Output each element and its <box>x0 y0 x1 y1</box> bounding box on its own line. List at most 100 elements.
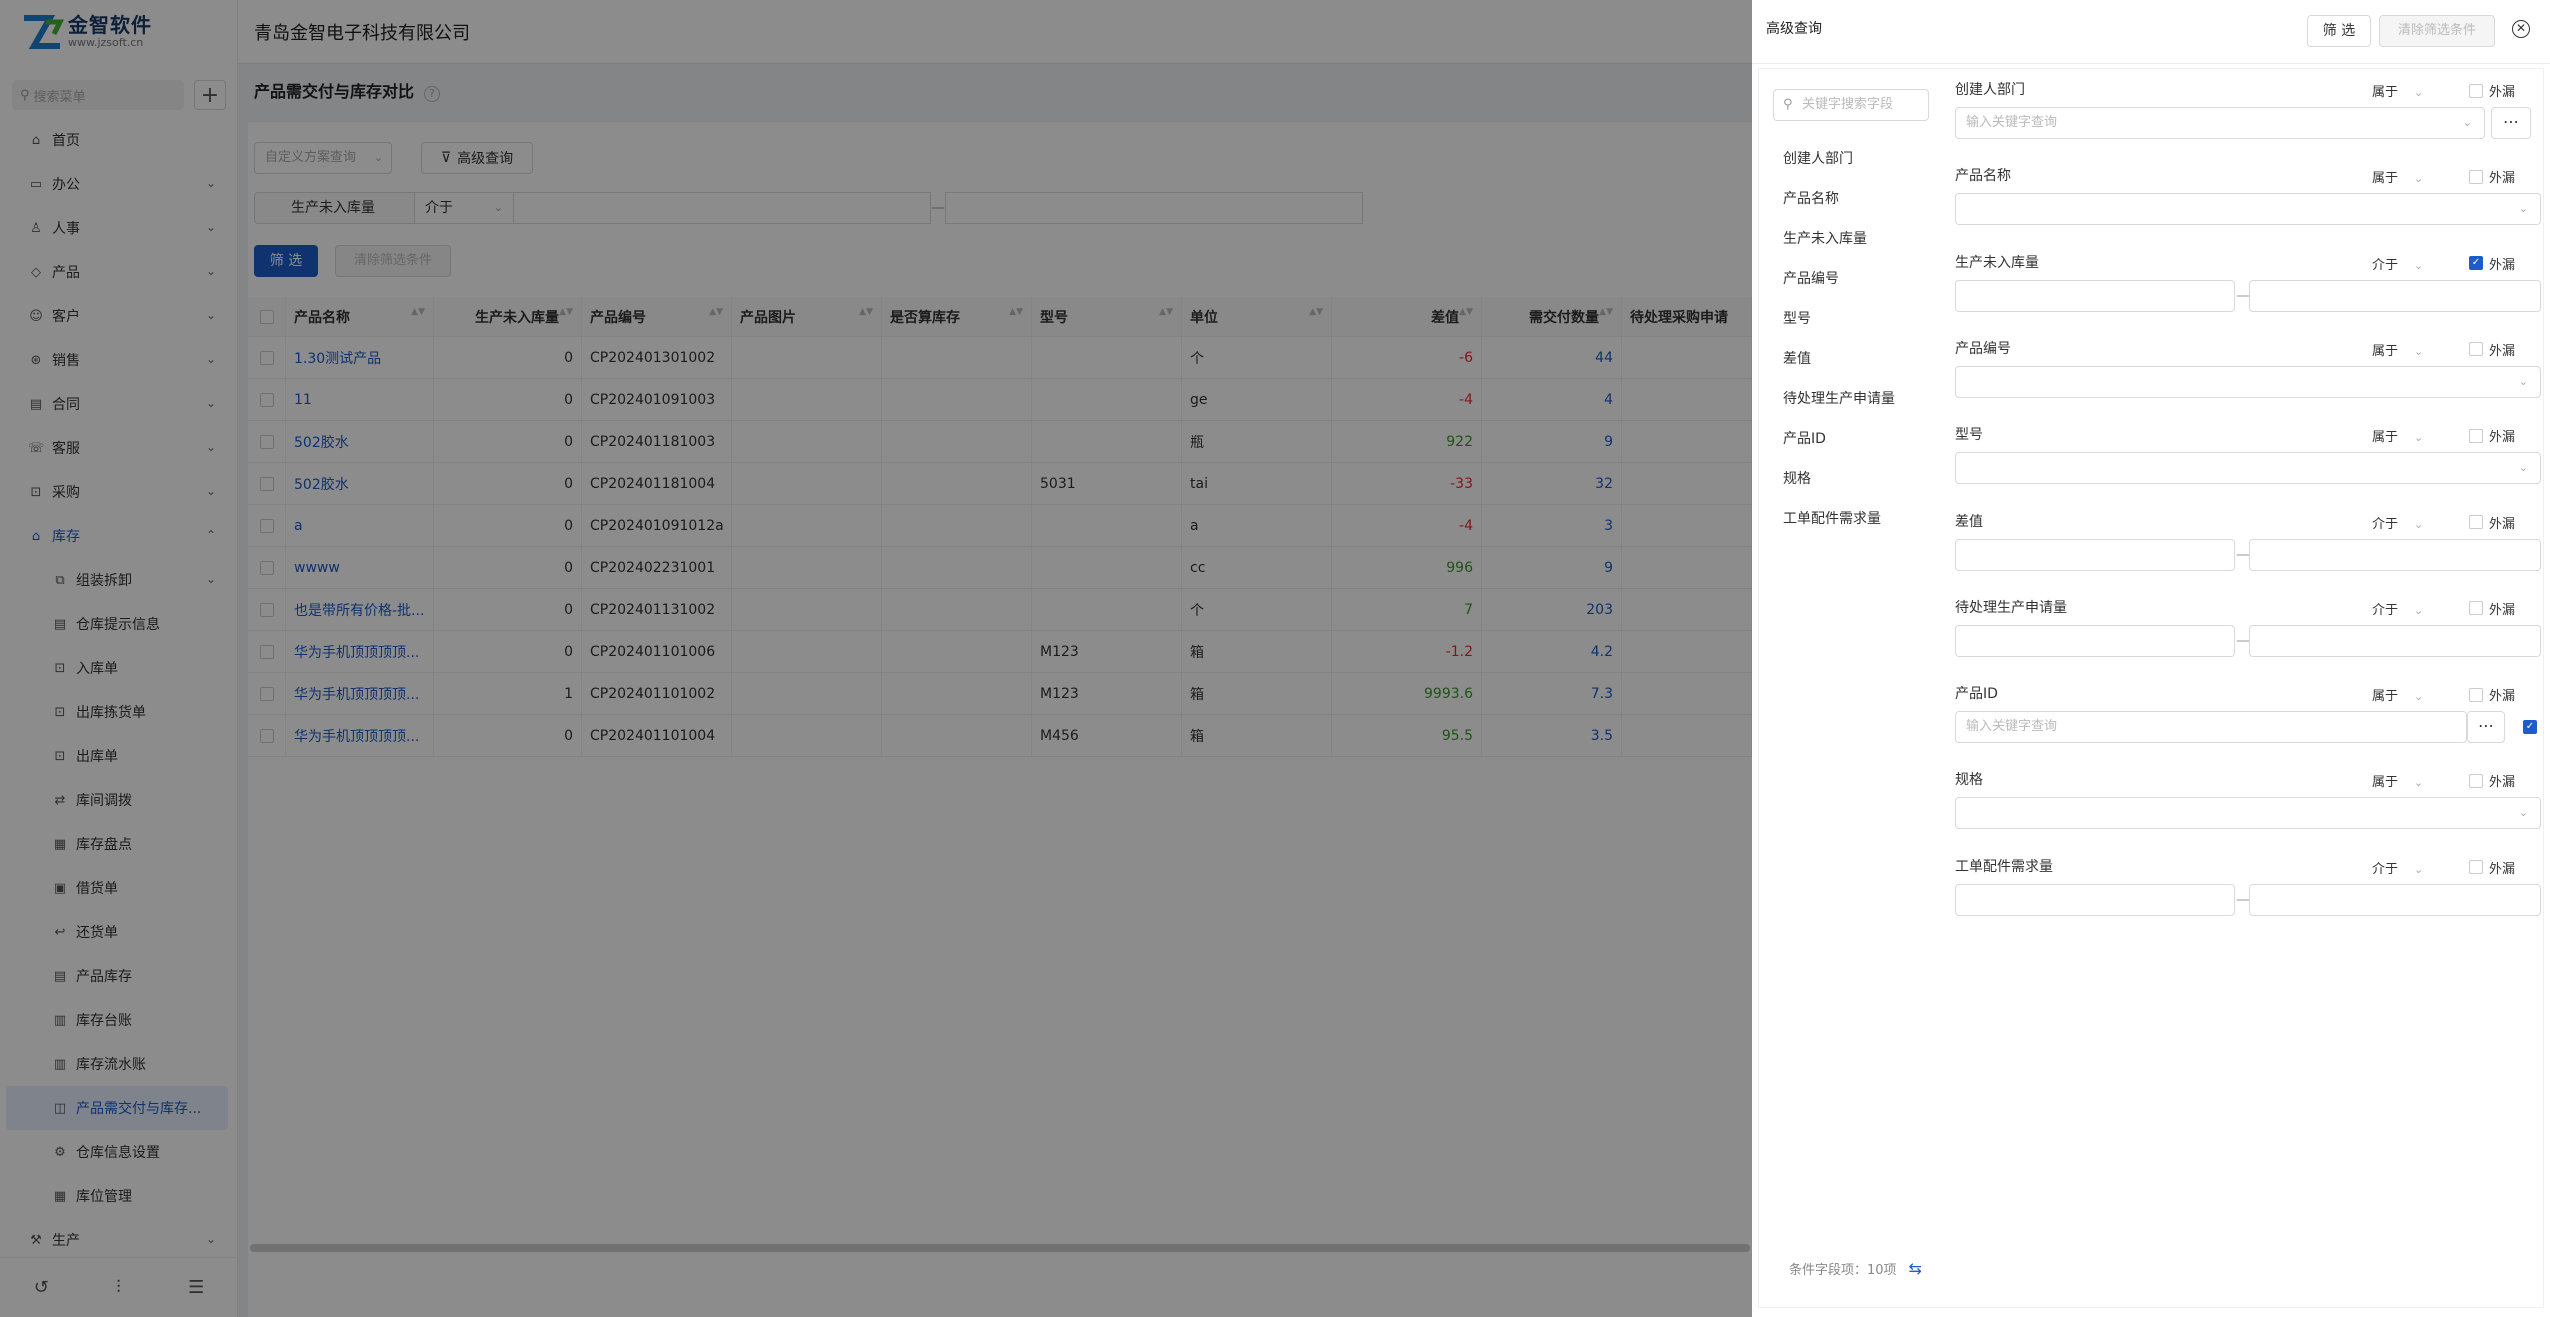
condition-operator[interactable]: 介于 ⌄ <box>2372 513 2423 532</box>
outer-checkbox[interactable]: 外漏 <box>2469 858 2515 877</box>
checkbox[interactable] <box>2469 515 2483 529</box>
drawer-clear-button[interactable]: 清除筛选条件 <box>2379 15 2495 47</box>
condition-label: 差值 <box>1955 513 1983 530</box>
drawer-filter-button[interactable]: 筛 选 <box>2307 15 2371 47</box>
chevron-down-icon: ⌄ <box>2414 776 2424 790</box>
condition-label: 型号 <box>1955 427 1983 444</box>
field-list-item[interactable]: 产品编号 <box>1773 259 1943 299</box>
condition-row: 生产未入库量 介于 ⌄ ✓ 外漏 — <box>1955 252 2541 338</box>
field-list-item[interactable]: 创建人部门 <box>1773 139 1943 179</box>
outer-checkbox[interactable]: 外漏 <box>2469 426 2515 445</box>
advanced-query-drawer: 高级查询 筛 选 清除筛选条件 ✕ ⚲ 关键字搜索字段 创建人部门 产品名称 生产未入… <box>1752 0 2550 1317</box>
outer-checkbox[interactable]: 外漏 <box>2469 513 2515 532</box>
outer-checkbox[interactable]: 外漏 <box>2469 599 2515 618</box>
condition-label: 产品编号 <box>1955 340 2011 357</box>
field-list-item[interactable]: 待处理生产申请量 <box>1773 379 1943 419</box>
chevron-down-icon: ⌄ <box>2414 344 2424 358</box>
chevron-down-icon: ⌄ <box>2414 258 2424 272</box>
more-options-button[interactable]: ⋯ <box>2491 107 2531 139</box>
chevron-down-icon: ⌄ <box>2414 172 2424 186</box>
condition-operator[interactable]: 属于 ⌄ <box>2372 426 2423 445</box>
condition-operator[interactable]: 属于 ⌄ <box>2372 340 2423 359</box>
condition-label: 规格 <box>1955 772 1983 789</box>
chevron-down-icon: ⌄ <box>2414 862 2424 876</box>
drawer-footer: 条件字段项：10项 ⇆ <box>1789 1259 1922 1278</box>
range-max-input[interactable] <box>2249 883 2541 916</box>
condition-label: 产品ID <box>1955 686 1998 703</box>
condition-operator[interactable]: 介于 ⌄ <box>2372 599 2423 618</box>
condition-select[interactable]: ⌄ <box>1955 365 2541 398</box>
modal-overlay[interactable] <box>0 0 1752 1317</box>
condition-row: 型号 属于 ⌄ 外漏 ⌄ <box>1955 424 2541 510</box>
outer-checkbox[interactable]: 外漏 <box>2469 81 2515 100</box>
outer-checkbox[interactable]: 外漏 <box>2469 771 2515 790</box>
field-list-item[interactable]: 差值 <box>1773 339 1943 379</box>
chevron-down-icon: ⌄ <box>2462 116 2472 129</box>
condition-select[interactable]: ⌄ <box>1955 452 2541 485</box>
range-max-input[interactable] <box>2249 538 2541 571</box>
checkbox[interactable]: ✓ <box>2469 256 2483 271</box>
condition-row: 产品编号 属于 ⌄ 外漏 ⌄ <box>1955 338 2541 424</box>
outer-checkbox[interactable]: 外漏 <box>2469 685 2515 704</box>
condition-operator[interactable]: 介于 ⌄ <box>2372 254 2423 273</box>
drawer-body: ⚲ 关键字搜索字段 创建人部门 产品名称 生产未入库量 产品编号 型号 差值 待处理生产申请量… <box>1758 68 2544 1308</box>
condition-operator[interactable]: 属于 ⌄ <box>2372 167 2423 186</box>
condition-label: 待处理生产申请量 <box>1955 599 2067 616</box>
search-icon: ⚲ <box>1783 97 1793 112</box>
range-min-input[interactable] <box>1955 279 2235 312</box>
more-options-button[interactable]: ⋯ <box>2467 711 2505 744</box>
condition-label: 生产未入库量 <box>1955 254 2039 271</box>
outer-checkbox[interactable]: 外漏 <box>2469 340 2515 359</box>
condition-operator[interactable]: 属于 ⌄ <box>2372 685 2423 704</box>
condition-operator[interactable]: 介于 ⌄ <box>2372 858 2423 877</box>
range-min-input[interactable] <box>1955 538 2235 571</box>
field-search-input[interactable]: ⚲ 关键字搜索字段 <box>1773 89 1929 121</box>
chevron-down-icon: ⌄ <box>2414 603 2424 617</box>
chevron-down-icon: ⌄ <box>2518 461 2528 475</box>
condition-label: 创建人部门 <box>1955 82 2025 98</box>
condition-select[interactable]: ⌄ <box>1955 797 2541 830</box>
checkbox[interactable] <box>2469 687 2483 702</box>
field-list-item[interactable]: 生产未入库量 <box>1773 219 1943 259</box>
chevron-down-icon: ⌄ <box>2414 517 2424 531</box>
range-dash: — <box>2236 891 2250 908</box>
range-min-input[interactable] <box>1955 883 2235 916</box>
range-min-input[interactable] <box>1955 624 2235 657</box>
checkbox[interactable] <box>2469 342 2483 357</box>
condition-operator[interactable]: 属于 ⌄ <box>2372 771 2423 790</box>
outer-checkbox[interactable]: 外漏 <box>2469 167 2515 186</box>
range-max-input[interactable] <box>2249 624 2541 657</box>
checkbox[interactable] <box>2469 773 2483 788</box>
condition-operator[interactable]: 属于 ⌄ <box>2372 81 2423 100</box>
chevron-down-icon: ⌄ <box>2518 202 2528 216</box>
field-list-item[interactable]: 型号 <box>1773 299 1943 339</box>
field-list-item[interactable]: 产品名称 <box>1773 179 1943 219</box>
condition-row: 规格 属于 ⌄ 外漏 ⌄ <box>1955 769 2541 855</box>
condition-row: 产品ID 属于 ⌄ 外漏 输入关键字查询 ⋯ ✓ <box>1955 683 2541 769</box>
keyword-input[interactable]: 输入关键字查询 <box>1955 711 2467 744</box>
productid-checkbox[interactable]: ✓ <box>2523 720 2537 735</box>
outer-checkbox[interactable]: ✓ 外漏 <box>2469 254 2515 273</box>
range-max-input[interactable] <box>2249 279 2541 312</box>
chevron-down-icon: ⌄ <box>2518 374 2528 388</box>
field-list-item[interactable]: 产品ID <box>1773 419 1943 459</box>
field-list-item[interactable]: 规格 <box>1773 459 1943 499</box>
condition-row: 产品名称 属于 ⌄ 外漏 ⌄ <box>1955 165 2541 251</box>
checkbox[interactable] <box>2469 601 2483 616</box>
condition-label: 工单配件需求量 <box>1955 858 2053 875</box>
field-settings-icon[interactable]: ⇆ <box>1909 1259 1922 1278</box>
checkbox[interactable] <box>2469 428 2483 443</box>
condition-row: 创建人部门 属于 ⌄ 外漏 输入关键字查询 ⌄ ⋯ <box>1955 79 2541 165</box>
field-list-item[interactable]: 工单配件需求量 <box>1773 499 1943 539</box>
chevron-down-icon: ⌄ <box>2518 806 2528 820</box>
range-dash: — <box>2236 546 2250 563</box>
field-list: 创建人部门 产品名称 生产未入库量 产品编号 型号 差值 待处理生产申请量 产品ID 规格 工单配… <box>1773 139 1943 539</box>
chevron-down-icon: ⌄ <box>2414 690 2424 704</box>
checkbox[interactable] <box>2469 860 2483 875</box>
close-icon[interactable]: ✕ <box>2512 20 2530 38</box>
checkbox[interactable] <box>2469 83 2483 98</box>
condition-row: 待处理生产申请量 介于 ⌄ 外漏 — <box>1955 597 2541 683</box>
condition-select[interactable]: ⌄ <box>1955 193 2541 226</box>
keyword-select[interactable]: 输入关键字查询 ⌄ <box>1955 107 2485 139</box>
checkbox[interactable] <box>2469 169 2483 184</box>
